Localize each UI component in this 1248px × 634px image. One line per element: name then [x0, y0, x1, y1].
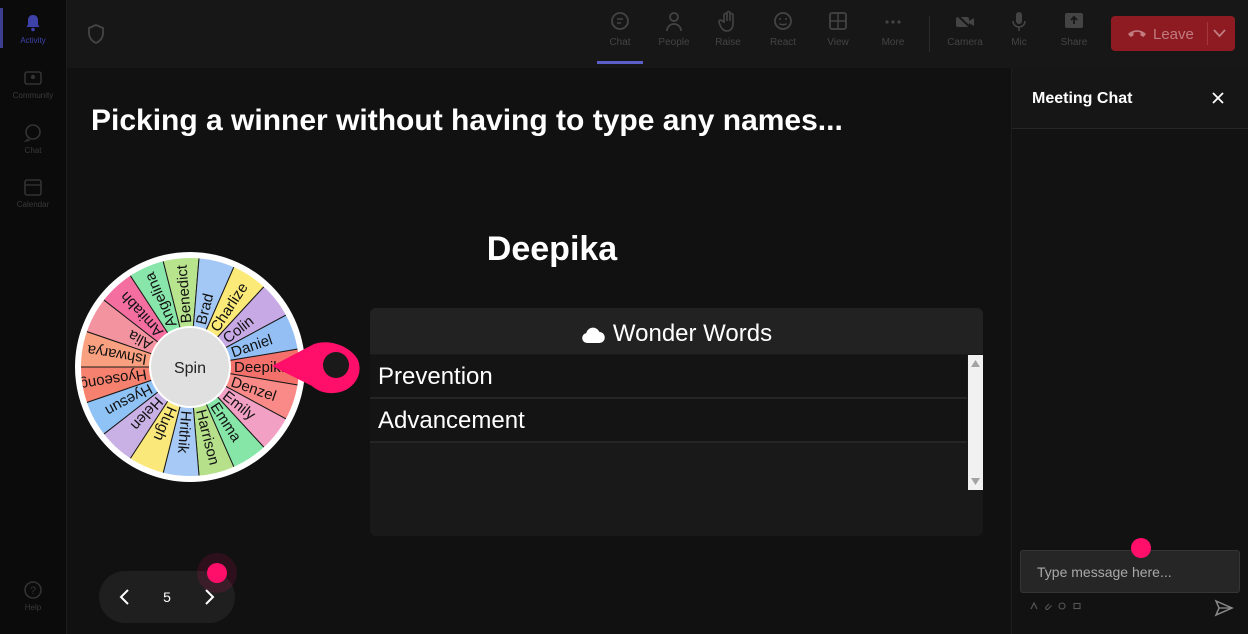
mic-button-label: Mic: [1011, 37, 1027, 48]
rail-item-help[interactable]: ? Help: [0, 579, 66, 612]
wonder-words-header: Wonder Words: [370, 308, 983, 354]
react-button[interactable]: React: [757, 10, 809, 60]
chat-button-label: Chat: [609, 37, 631, 48]
rail-item-community[interactable]: Community: [0, 67, 66, 100]
more-button-label: More: [881, 37, 905, 48]
toolbar-divider: [929, 16, 930, 52]
winner-name: Deepika: [486, 230, 618, 268]
svg-text:?: ?: [30, 585, 36, 597]
close-icon[interactable]: [1208, 88, 1228, 108]
leave-label: Leave: [1153, 26, 1194, 43]
wonder-words-title: Wonder Words: [370, 320, 983, 348]
list-item[interactable]: Prevention: [370, 355, 967, 399]
format-icon[interactable]: [1030, 602, 1038, 610]
people-button[interactable]: People: [648, 10, 700, 60]
chat-header: Meeting Chat: [1012, 68, 1248, 129]
scroll-down-icon[interactable]: [971, 478, 980, 485]
hang-up-icon: [1128, 30, 1146, 37]
hand-icon: [718, 10, 734, 32]
attach-icon[interactable]: [1044, 602, 1053, 610]
gif-icon[interactable]: [1073, 602, 1081, 610]
calendar-icon: [24, 179, 42, 196]
meeting-toolbar: Chat People Raise React View More Camera…: [67, 0, 1248, 68]
share-button[interactable]: Share: [1048, 10, 1100, 60]
camera-off-icon: [955, 13, 975, 32]
chevron-down-icon[interactable]: [1213, 29, 1226, 38]
app-rail: Activity Community Chat Calendar ? Help: [0, 0, 67, 634]
rail-item-label: Activity: [20, 36, 46, 45]
people-icon: [666, 12, 682, 32]
rail-item-label: Chat: [24, 146, 42, 155]
leave-divider: [1207, 22, 1208, 45]
wheel-pointer: [272, 342, 360, 394]
chevron-left-icon[interactable]: [119, 589, 131, 605]
share-button-label: Share: [1060, 37, 1088, 48]
list-item-text: Advancement: [378, 407, 525, 434]
chat-compose-tools: [1030, 602, 1081, 612]
rail-item-chat[interactable]: Chat: [0, 122, 66, 155]
emoji-icon[interactable]: [1058, 602, 1067, 610]
camera-button-label: Camera: [947, 37, 983, 48]
people-button-label: People: [658, 37, 690, 48]
rail-item-calendar[interactable]: Calendar: [0, 176, 66, 209]
cloud-icon: [582, 327, 605, 344]
chat-button[interactable]: Chat: [594, 10, 646, 60]
smile-icon: [774, 12, 792, 30]
view-button[interactable]: View: [812, 10, 864, 60]
grid-icon: [829, 12, 847, 30]
rail-item-activity[interactable]: Activity: [0, 12, 66, 45]
mic-button[interactable]: Mic: [993, 10, 1045, 60]
chevron-right-icon[interactable]: [203, 589, 215, 605]
chat-icon: [23, 124, 41, 143]
more-icon: [885, 20, 901, 24]
raise-hand-button[interactable]: Raise: [702, 10, 754, 60]
page-title: Picking a winner without having to type …: [91, 104, 843, 137]
scroll-up-icon[interactable]: [971, 360, 980, 367]
cursor-indicator: [1131, 538, 1151, 558]
send-icon[interactable]: [1214, 598, 1234, 618]
shield-icon[interactable]: [87, 24, 105, 44]
share-icon: [1065, 13, 1083, 28]
more-button[interactable]: More: [867, 10, 919, 60]
leave-button[interactable]: Leave: [1111, 16, 1235, 51]
page-number: 5: [163, 589, 171, 605]
meeting-chat-panel: Meeting Chat Type message here...: [1011, 68, 1248, 634]
chat-input-placeholder: Type message here...: [1037, 564, 1172, 580]
help-icon: ?: [24, 581, 42, 599]
chat-message-input[interactable]: Type message here...: [1020, 550, 1240, 593]
chat-icon: [611, 12, 629, 30]
wonder-words-panel: Wonder Words Prevention Advancement: [370, 308, 983, 536]
camera-button[interactable]: Camera: [939, 10, 991, 60]
rail-item-label: Calendar: [16, 200, 50, 209]
active-tab-indicator: [597, 61, 643, 64]
raise-hand-label: Raise: [715, 37, 741, 48]
list-item[interactable]: Advancement: [370, 399, 967, 443]
view-button-label: View: [827, 37, 849, 48]
spin-label[interactable]: Spin: [174, 360, 206, 377]
react-button-label: React: [769, 37, 797, 48]
chat-title: Meeting Chat: [1032, 90, 1133, 107]
rail-item-label: Community: [12, 91, 54, 100]
scrollbar[interactable]: [968, 355, 983, 490]
cursor-indicator: [207, 563, 227, 583]
rail-item-label: Help: [24, 603, 42, 612]
bell-icon: [26, 15, 40, 32]
list-item-text: Prevention: [378, 363, 493, 390]
mic-icon: [1012, 12, 1026, 31]
wonder-words-title-text: Wonder Words: [612, 320, 773, 347]
community-icon: [24, 71, 42, 85]
